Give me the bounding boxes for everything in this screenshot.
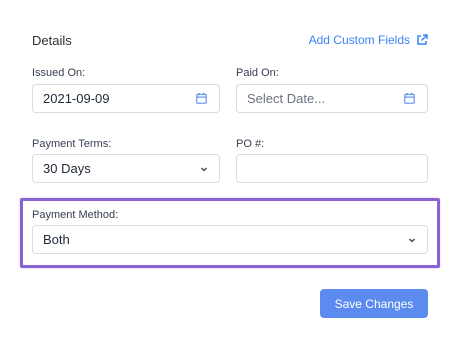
paid-on-label: Paid On: — [236, 67, 279, 79]
payment-terms-select[interactable]: 30 Days — [32, 154, 220, 183]
payment-method-value: Both — [43, 232, 70, 247]
add-custom-fields-link[interactable]: Add Custom Fields — [309, 33, 428, 47]
issued-on-value: 2021-09-09 — [43, 91, 110, 106]
issued-on-field[interactable]: 2021-09-09 — [32, 84, 220, 113]
payment-terms-value: 30 Days — [43, 161, 91, 176]
save-changes-button[interactable]: Save Changes — [320, 289, 428, 318]
po-number-input[interactable] — [236, 154, 428, 183]
chevron-down-icon — [409, 238, 415, 242]
calendar-icon[interactable] — [194, 91, 209, 106]
paid-on-field[interactable]: Select Date... — [236, 84, 428, 113]
po-number-label: PO #: — [236, 138, 265, 150]
chevron-down-icon — [201, 167, 207, 171]
payment-terms-label: Payment Terms: — [32, 138, 112, 150]
paid-on-placeholder: Select Date... — [247, 91, 326, 106]
section-title: Details — [32, 33, 72, 48]
add-custom-fields-label: Add Custom Fields — [308, 33, 410, 47]
external-link-icon — [417, 34, 428, 45]
calendar-icon[interactable] — [402, 91, 417, 106]
issued-on-label: Issued On: — [32, 67, 86, 79]
payment-method-select[interactable]: Both — [32, 225, 428, 254]
payment-method-label: Payment Method: — [32, 209, 119, 221]
